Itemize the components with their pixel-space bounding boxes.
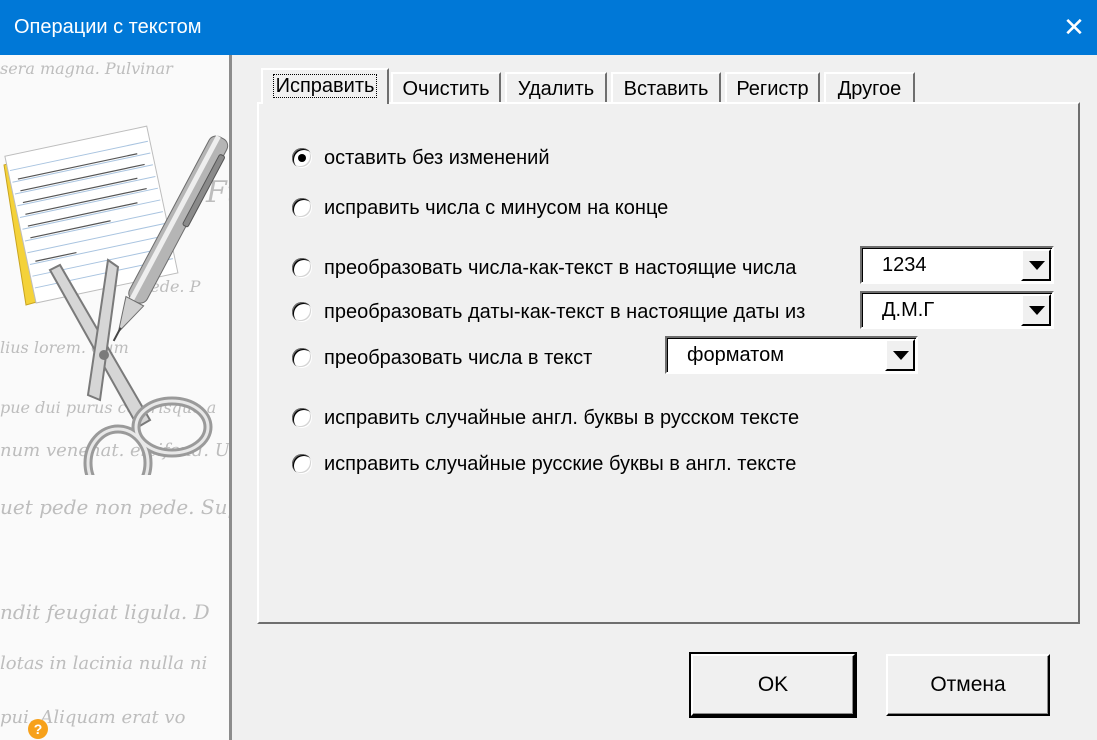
option-label: преобразовать числа в текст (324, 346, 593, 369)
option-text-to-numbers[interactable]: преобразовать числа-как-текст в настоящи… (292, 256, 796, 280)
option-fix-trailing-minus[interactable]: исправить числа с минусом на конце (292, 196, 668, 220)
scissors-paper-pen-illustration (3, 125, 229, 475)
background-script: ndit feugiat ligula. D (0, 600, 210, 624)
option-label: исправить числа с минусом на конце (324, 196, 669, 219)
select-value: 1234 (882, 254, 927, 276)
radio-button[interactable] (292, 198, 312, 218)
option-numbers-to-text[interactable]: преобразовать числа в текст (292, 346, 592, 370)
tab-other[interactable]: Другое (824, 72, 915, 103)
close-icon[interactable]: ✕ (1051, 0, 1097, 55)
tab-clean[interactable]: Очистить (391, 72, 501, 103)
option-text-to-dates[interactable]: преобразовать даты-как-текст в настоящие… (292, 300, 805, 324)
date-format-select[interactable]: Д.М.Г (860, 291, 1054, 329)
chevron-down-icon[interactable] (1021, 294, 1051, 326)
cancel-button[interactable]: Отмена (886, 654, 1050, 716)
tab-label: Исправить (272, 74, 378, 98)
option-label: исправить случайные англ. буквы в русско… (324, 406, 800, 429)
chevron-down-icon[interactable] (885, 339, 915, 371)
decorative-sidebar: sera magna. Pulvinar Ft pede. P lius lor… (0, 55, 232, 740)
select-value: Д.М.Г (882, 299, 935, 321)
option-label: преобразовать числа-как-текст в настоящи… (324, 256, 797, 279)
tab-delete[interactable]: Удалить (505, 72, 607, 103)
radio-button[interactable] (292, 348, 312, 368)
title-bar: Операции с текстом ✕ (0, 0, 1097, 55)
tab-case[interactable]: Регистр (725, 72, 820, 103)
radio-button[interactable] (292, 302, 312, 322)
option-leave-unchanged[interactable]: оставить без изменений (292, 146, 550, 170)
radio-button[interactable] (292, 258, 312, 278)
option-fix-cyrillic-in-english[interactable]: исправить случайные русские буквы в англ… (292, 452, 796, 476)
option-fix-latin-in-russian[interactable]: исправить случайные англ. буквы в русско… (292, 406, 799, 430)
text-mode-select[interactable]: форматом (665, 336, 918, 374)
radio-button[interactable] (292, 408, 312, 428)
radio-button[interactable] (292, 454, 312, 474)
chevron-down-icon[interactable] (1021, 249, 1051, 281)
background-script: lotas in lacinia nulla ni (0, 653, 208, 674)
number-format-select[interactable]: 1234 (860, 246, 1054, 284)
window-title: Операции с текстом (14, 16, 202, 38)
ok-button[interactable]: OK (689, 652, 857, 718)
background-script: uet pede non pede. Sup (0, 495, 232, 519)
tab-insert[interactable]: Вставить (611, 72, 721, 103)
select-value: форматом (687, 344, 784, 366)
tab-fix[interactable]: Исправить (261, 68, 389, 104)
help-icon[interactable]: ? (28, 719, 48, 739)
radio-button[interactable] (292, 148, 312, 168)
option-label: оставить без изменений (324, 146, 550, 169)
option-label: исправить случайные русские буквы в англ… (324, 452, 797, 475)
option-label: преобразовать даты-как-текст в настоящие… (324, 300, 806, 323)
